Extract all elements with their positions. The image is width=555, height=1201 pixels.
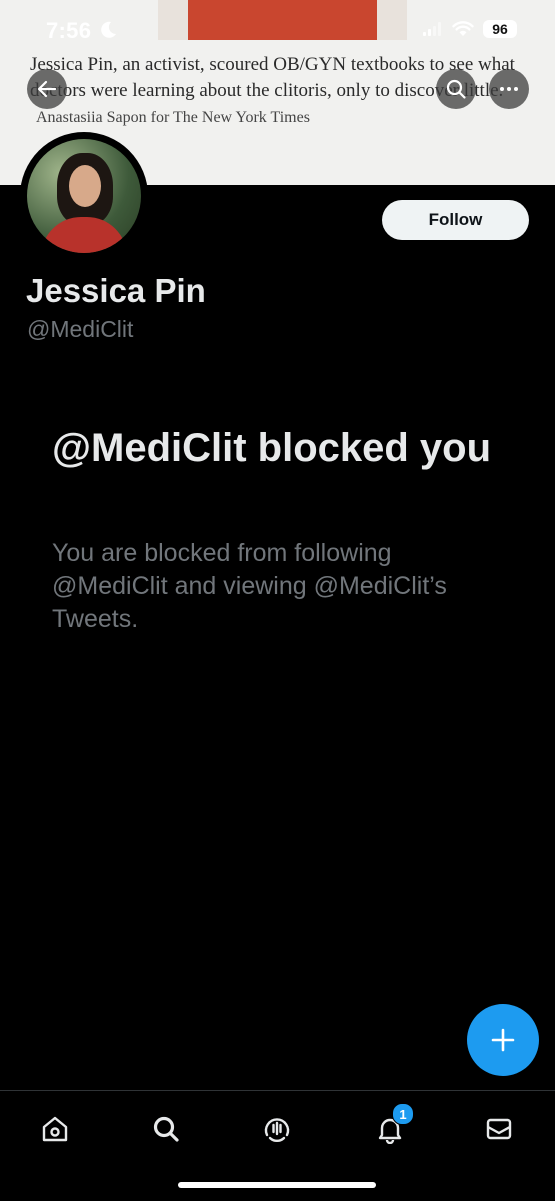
notification-badge: 1 xyxy=(392,1103,414,1125)
moon-icon xyxy=(101,21,116,38)
banner-credit: Anastasiia Sapon for The New York Times xyxy=(36,109,310,126)
avatar-photo xyxy=(27,139,141,253)
back-button[interactable] xyxy=(27,69,67,109)
nav-search[interactable] xyxy=(146,1109,186,1149)
search-button[interactable] xyxy=(436,69,476,109)
cellular-signal-icon xyxy=(423,22,441,36)
nav-home[interactable] xyxy=(35,1109,75,1149)
profile-handle: @MediClit xyxy=(27,316,134,342)
spaces-icon xyxy=(264,1118,290,1143)
nav-spaces[interactable] xyxy=(257,1109,297,1149)
wifi-icon xyxy=(452,21,474,36)
status-time: 7:56 xyxy=(46,18,92,43)
blocked-description: You are blocked from following @MediClit… xyxy=(52,539,447,633)
search-icon xyxy=(446,79,466,99)
home-indicator xyxy=(178,1182,376,1188)
home-icon xyxy=(42,1116,68,1142)
arrow-left-icon xyxy=(37,80,57,98)
search-icon xyxy=(153,1116,179,1142)
avatar[interactable] xyxy=(20,132,148,260)
battery-indicator: 96 xyxy=(483,20,517,38)
banner-photo-top xyxy=(158,0,407,40)
plus-icon xyxy=(491,1028,515,1052)
status-indicators: 96 xyxy=(423,20,517,38)
more-horizontal-icon xyxy=(500,87,518,91)
follow-button[interactable]: Follow xyxy=(382,200,529,240)
nav-notifications[interactable]: 1 xyxy=(370,1103,414,1149)
blocked-title: @MediClit blocked you xyxy=(52,426,492,470)
mail-icon xyxy=(486,1118,512,1140)
nav-messages[interactable] xyxy=(479,1109,519,1149)
more-button[interactable] xyxy=(489,69,529,109)
profile-name: Jessica Pin xyxy=(26,272,206,309)
compose-button[interactable] xyxy=(467,1004,539,1076)
